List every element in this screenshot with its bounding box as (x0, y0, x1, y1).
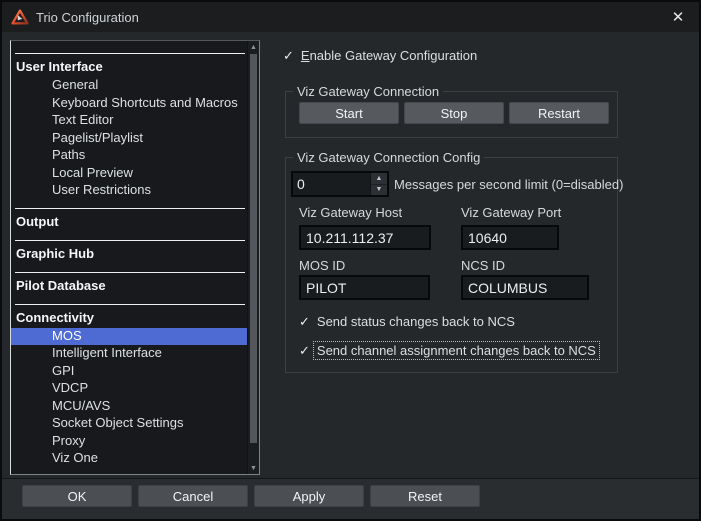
scroll-up-icon[interactable]: ▲ (248, 41, 259, 53)
mos-id-label: MOS ID (299, 258, 345, 273)
messages-per-second-label: Messages per second limit (0=disabled) (394, 177, 623, 192)
send-channel-assignment-label: Send channel assignment changes back to … (313, 341, 600, 360)
close-icon: ✕ (672, 8, 685, 26)
scroll-down-icon[interactable]: ▼ (248, 462, 259, 474)
ncs-id-field[interactable] (461, 275, 589, 300)
sidebar-header-output: Output (11, 209, 247, 232)
restart-button[interactable]: Restart (509, 102, 609, 124)
window-title: Trio Configuration (36, 10, 139, 25)
close-button[interactable]: ✕ (657, 2, 699, 32)
ncs-id-label: NCS ID (461, 258, 505, 273)
messages-per-second-spinner[interactable]: ▲ ▼ (291, 171, 389, 197)
sidebar-item-keyboard-shortcuts-and-macros[interactable]: Keyboard Shortcuts and Macros (11, 95, 247, 113)
sidebar-header-graphic-hub: Graphic Hub (11, 241, 247, 264)
dialog-button-bar: OK Cancel Apply Reset (2, 478, 699, 519)
title-bar[interactable]: Trio Configuration ✕ (2, 2, 699, 32)
sidebar-item-local-preview[interactable]: Local Preview (11, 165, 247, 183)
sidebar-item-general[interactable]: General (11, 77, 247, 95)
sidebar-item-vdcp[interactable]: VDCP (11, 380, 247, 398)
sidebar-item-proxy[interactable]: Proxy (11, 433, 247, 451)
mos-id-field[interactable] (299, 275, 430, 300)
trio-configuration-window: Trio Configuration ✕ User Interface Gene… (0, 0, 701, 521)
viz-gateway-connection-group: Viz Gateway Connection Start Stop Restar… (285, 91, 618, 138)
checkmark-icon: ✓ (299, 344, 310, 357)
viz-gateway-connection-group-title: Viz Gateway Connection (293, 84, 443, 99)
scrollbar-thumb[interactable] (250, 54, 257, 443)
start-button[interactable]: Start (299, 102, 399, 124)
sidebar-item-viz-one[interactable]: Viz One (11, 450, 247, 468)
scrollbar-track[interactable] (248, 53, 259, 462)
send-channel-assignment-checkbox[interactable]: ✓ Send channel assignment changes back t… (299, 341, 600, 360)
viz-gateway-connection-config-group-title: Viz Gateway Connection Config (293, 150, 484, 165)
viz-gateway-connection-config-group: Viz Gateway Connection Config ▲ ▼ Messag… (285, 157, 618, 373)
enable-gateway-configuration-checkbox[interactable]: ✓ Enable Gateway Configuration (283, 48, 477, 63)
spin-up-icon[interactable]: ▲ (371, 173, 387, 185)
ok-button[interactable]: OK (22, 485, 132, 507)
send-status-changes-checkbox[interactable]: ✓ Send status changes back to NCS (299, 314, 515, 329)
sidebar-header-user-interface: User Interface (11, 54, 247, 77)
checkmark-icon: ✓ (299, 315, 310, 328)
sidebar-header-pilot-database: Pilot Database (11, 273, 247, 296)
checkmark-icon: ✓ (283, 49, 294, 62)
spinner-buttons: ▲ ▼ (370, 173, 387, 195)
stop-button[interactable]: Stop (404, 102, 504, 124)
sidebar-item-intelligent-interface[interactable]: Intelligent Interface (11, 345, 247, 363)
spin-down-icon[interactable]: ▼ (371, 185, 387, 196)
sidebar-item-mos[interactable]: MOS (11, 328, 247, 346)
sidebar-item-mcu-avs[interactable]: MCU/AVS (11, 398, 247, 416)
sidebar-item-socket-object-settings[interactable]: Socket Object Settings (11, 415, 247, 433)
send-status-changes-label: Send status changes back to NCS (317, 314, 515, 329)
sidebar-item-pagelist-playlist[interactable]: Pagelist/Playlist (11, 130, 247, 148)
reset-button[interactable]: Reset (370, 485, 480, 507)
settings-tree-items: User Interface General Keyboard Shortcut… (11, 41, 247, 474)
enable-gateway-configuration-label: Enable Gateway Configuration (301, 48, 477, 63)
settings-tree: User Interface General Keyboard Shortcut… (10, 40, 260, 475)
sidebar-item-text-editor[interactable]: Text Editor (11, 112, 247, 130)
viz-gateway-host-field[interactable] (299, 225, 431, 250)
viz-gateway-port-field[interactable] (461, 225, 559, 250)
vizrt-logo-icon (10, 7, 30, 27)
messages-per-second-input[interactable] (293, 173, 370, 195)
sidebar-item-gpi[interactable]: GPI (11, 363, 247, 381)
viz-gateway-host-label: Viz Gateway Host (299, 205, 402, 220)
sidebar-item-paths[interactable]: Paths (11, 147, 247, 165)
sidebar-header-connectivity: Connectivity (11, 305, 247, 328)
sidebar-scrollbar[interactable]: ▲ ▼ (247, 41, 259, 474)
apply-button[interactable]: Apply (254, 485, 364, 507)
cancel-button[interactable]: Cancel (138, 485, 248, 507)
viz-gateway-port-label: Viz Gateway Port (461, 205, 561, 220)
sidebar-item-user-restrictions[interactable]: User Restrictions (11, 182, 247, 200)
